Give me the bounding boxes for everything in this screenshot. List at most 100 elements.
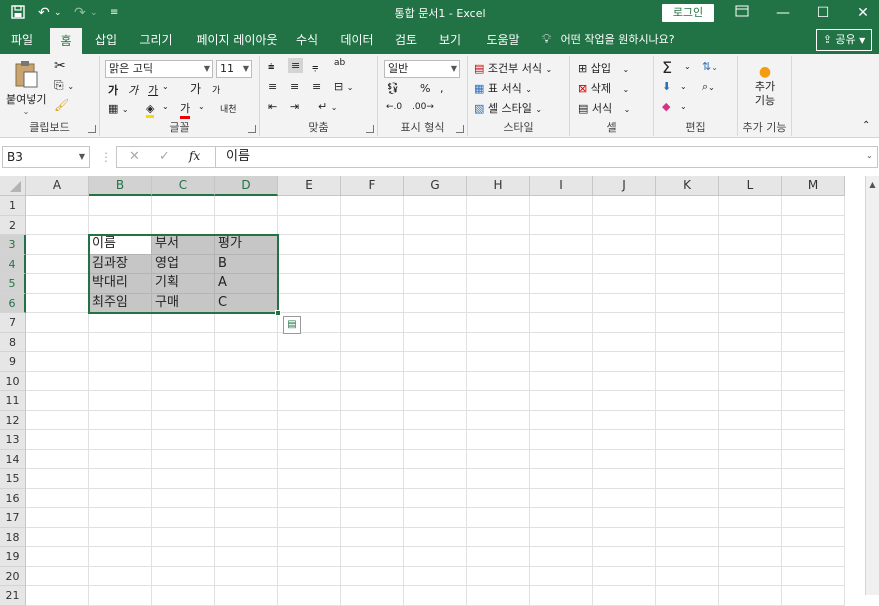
- cell-g8[interactable]: [404, 332, 467, 352]
- cell-f9[interactable]: [341, 352, 404, 372]
- cell-c16[interactable]: [152, 488, 215, 508]
- format-cells-button[interactable]: ▤ 서식 ⌄: [578, 100, 630, 116]
- cell-f16[interactable]: [341, 488, 404, 508]
- cell-m5[interactable]: [782, 274, 845, 294]
- row-header-15[interactable]: 15: [0, 469, 26, 489]
- cell-k17[interactable]: [656, 508, 719, 528]
- cell-j5[interactable]: [593, 274, 656, 294]
- cell-k18[interactable]: [656, 527, 719, 547]
- cell-styles-button[interactable]: ▧ 셀 스타일 ⌄: [474, 100, 542, 116]
- row-header-20[interactable]: 20: [0, 566, 26, 586]
- orientation-icon[interactable]: ab: [334, 58, 345, 68]
- cell-c17[interactable]: [152, 508, 215, 528]
- cell-l6[interactable]: [719, 293, 782, 313]
- fill-handle[interactable]: [275, 310, 281, 316]
- cell-j17[interactable]: [593, 508, 656, 528]
- row-header-21[interactable]: 21: [0, 586, 26, 606]
- format-painter-icon[interactable]: 🖌︎: [54, 98, 69, 112]
- cell-m1[interactable]: [782, 196, 845, 216]
- decrease-decimal-icon[interactable]: .00→: [412, 102, 434, 112]
- format-as-table-button[interactable]: ▦ 표 서식 ⌄: [474, 80, 532, 96]
- cell-j21[interactable]: [593, 586, 656, 606]
- cell-b9[interactable]: [89, 352, 152, 372]
- cell-d9[interactable]: [215, 352, 278, 372]
- cell-d12[interactable]: [215, 410, 278, 430]
- cell-h10[interactable]: [467, 371, 530, 391]
- cell-i1[interactable]: [530, 196, 593, 216]
- cell-a12[interactable]: [26, 410, 89, 430]
- cell-a19[interactable]: [26, 547, 89, 567]
- cell-a18[interactable]: [26, 527, 89, 547]
- cell-f1[interactable]: [341, 196, 404, 216]
- cell-b3[interactable]: 이름: [89, 235, 152, 255]
- decrease-indent-icon[interactable]: ⇤: [268, 100, 277, 113]
- tab-formulas[interactable]: 수식: [290, 26, 324, 54]
- cell-g14[interactable]: [404, 449, 467, 469]
- row-header-16[interactable]: 16: [0, 488, 26, 508]
- cell-a6[interactable]: [26, 293, 89, 313]
- cell-h21[interactable]: [467, 586, 530, 606]
- cell-e15[interactable]: [278, 469, 341, 489]
- cell-j13[interactable]: [593, 430, 656, 450]
- cell-g7[interactable]: [404, 313, 467, 333]
- align-right-icon[interactable]: ≡: [312, 80, 321, 93]
- cell-b11[interactable]: [89, 391, 152, 411]
- chevron-down-icon[interactable]: ⌄: [198, 102, 205, 111]
- cell-g19[interactable]: [404, 547, 467, 567]
- cell-a4[interactable]: [26, 254, 89, 274]
- cell-j2[interactable]: [593, 215, 656, 235]
- cell-c7[interactable]: [152, 313, 215, 333]
- cell-a16[interactable]: [26, 488, 89, 508]
- cell-d21[interactable]: [215, 586, 278, 606]
- cell-i12[interactable]: [530, 410, 593, 430]
- cell-e19[interactable]: [278, 547, 341, 567]
- cell-l10[interactable]: [719, 371, 782, 391]
- column-header-l[interactable]: L: [719, 176, 782, 196]
- cell-i5[interactable]: [530, 274, 593, 294]
- cell-k1[interactable]: [656, 196, 719, 216]
- cell-c5[interactable]: 기획: [152, 274, 215, 294]
- cell-a21[interactable]: [26, 586, 89, 606]
- cell-i6[interactable]: [530, 293, 593, 313]
- cell-i10[interactable]: [530, 371, 593, 391]
- cell-m16[interactable]: [782, 488, 845, 508]
- cell-g11[interactable]: [404, 391, 467, 411]
- tab-data[interactable]: 데이터: [334, 26, 380, 54]
- cell-f17[interactable]: [341, 508, 404, 528]
- cell-k5[interactable]: [656, 274, 719, 294]
- cell-d4[interactable]: B: [215, 254, 278, 274]
- cell-a17[interactable]: [26, 508, 89, 528]
- cell-d17[interactable]: [215, 508, 278, 528]
- cell-k21[interactable]: [656, 586, 719, 606]
- cell-e14[interactable]: [278, 449, 341, 469]
- cell-f12[interactable]: [341, 410, 404, 430]
- cell-h8[interactable]: [467, 332, 530, 352]
- cell-l20[interactable]: [719, 566, 782, 586]
- cell-h2[interactable]: [467, 215, 530, 235]
- cell-k2[interactable]: [656, 215, 719, 235]
- enter-icon[interactable]: ✓: [159, 149, 170, 164]
- cell-l3[interactable]: [719, 235, 782, 255]
- cell-m11[interactable]: [782, 391, 845, 411]
- cell-h17[interactable]: [467, 508, 530, 528]
- cell-d1[interactable]: [215, 196, 278, 216]
- row-header-19[interactable]: 19: [0, 547, 26, 567]
- cell-a7[interactable]: [26, 313, 89, 333]
- align-middle-icon[interactable]: ≡: [288, 58, 304, 73]
- cell-g10[interactable]: [404, 371, 467, 391]
- font-launcher-icon[interactable]: [248, 125, 256, 133]
- delete-cells-button[interactable]: ⊠ 삭제 ⌄: [578, 80, 629, 96]
- expand-formula-bar-icon[interactable]: ⌄: [866, 151, 873, 160]
- cell-e10[interactable]: [278, 371, 341, 391]
- cell-l12[interactable]: [719, 410, 782, 430]
- cell-e4[interactable]: [278, 254, 341, 274]
- cell-f10[interactable]: [341, 371, 404, 391]
- cut-icon[interactable]: ✂: [54, 58, 66, 74]
- cell-c15[interactable]: [152, 469, 215, 489]
- tell-me-search[interactable]: 💡︎ 어떤 작업을 원하시나요?: [542, 26, 675, 54]
- cell-d14[interactable]: [215, 449, 278, 469]
- cell-b12[interactable]: [89, 410, 152, 430]
- cell-i17[interactable]: [530, 508, 593, 528]
- cell-j14[interactable]: [593, 449, 656, 469]
- cell-k16[interactable]: [656, 488, 719, 508]
